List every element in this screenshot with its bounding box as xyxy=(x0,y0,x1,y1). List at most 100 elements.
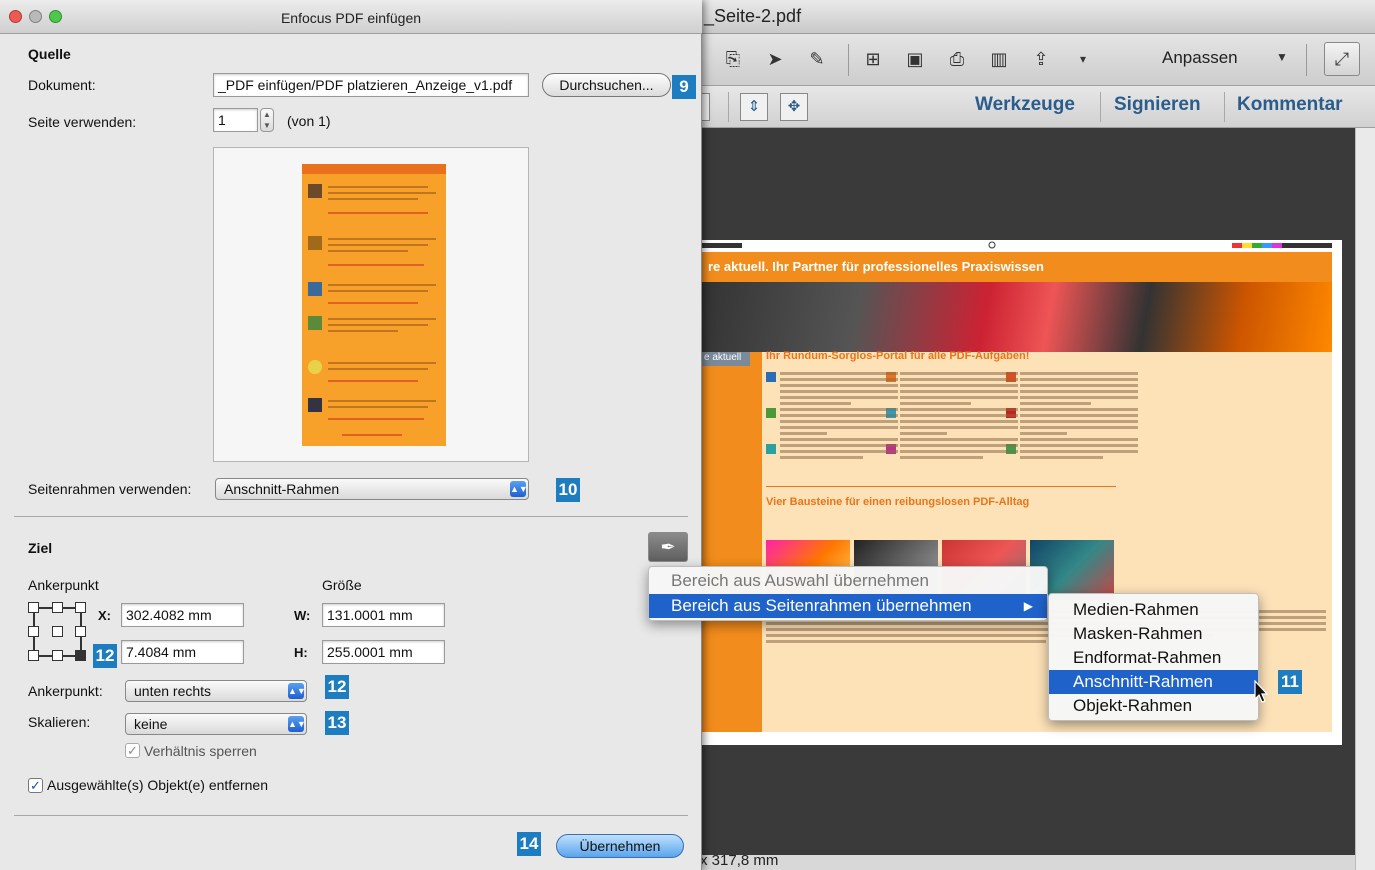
status-dimensions: x 317,8 mm xyxy=(700,852,779,869)
anchor-bottom-left[interactable] xyxy=(28,650,39,661)
page-stepper[interactable]: ▲ ▼ xyxy=(260,108,274,132)
section-divider xyxy=(14,516,688,517)
pdf-text-column xyxy=(780,372,898,462)
w-label: W: xyxy=(294,608,311,623)
anchor-title: Ankerpunkt xyxy=(28,577,99,593)
toolbar-divider xyxy=(848,44,849,76)
browse-button[interactable]: Durchsuchen... xyxy=(542,73,671,97)
place-pdf-dialog: Enfocus PDF einfügen Quelle Dokument: _P… xyxy=(0,0,702,870)
page-box-label: Seitenrahmen verwenden: xyxy=(28,481,192,497)
submenu-item-media-box[interactable]: Medien-Rahmen xyxy=(1049,598,1258,622)
anchor-select-value: unten rechts xyxy=(134,683,212,699)
preview-image-icon xyxy=(308,184,322,198)
chevron-down-icon[interactable]: ▼ xyxy=(1276,50,1288,64)
anchor-select-label: Ankerpunkt: xyxy=(28,683,103,699)
height-field[interactable]: 255.0001 mm xyxy=(322,640,445,664)
select-object-icon[interactable]: ▣ xyxy=(902,46,928,72)
pdf-text-column xyxy=(900,372,1018,462)
page-search-icon[interactable]: ⎘ xyxy=(720,46,746,72)
submenu-item-bleed-box[interactable]: Anschnitt-Rahmen xyxy=(1049,670,1258,694)
anchor-top-right[interactable] xyxy=(75,602,86,613)
chevron-updown-icon: ▲▼ xyxy=(510,481,528,497)
x-label: X: xyxy=(98,608,111,623)
place-object-icon[interactable]: ⊞ xyxy=(860,46,886,72)
anchor-middle-left[interactable] xyxy=(28,626,39,637)
mouse-pointer-icon xyxy=(1254,680,1269,703)
printer-marks xyxy=(702,241,1332,249)
chevron-updown-icon: ▲▼ xyxy=(288,716,306,732)
preview-image-icon xyxy=(308,236,322,250)
preview-page-thumbnail xyxy=(302,164,446,446)
tab-comment[interactable]: Kommentar xyxy=(1237,94,1343,116)
x-position-field[interactable]: 302.4082 mm xyxy=(121,603,244,627)
edit-document-icon[interactable]: ✎ xyxy=(804,46,830,72)
section-target-title: Ziel xyxy=(28,540,53,556)
document-path-field[interactable]: _PDF einfügen/PDF platzieren_Anzeige_v1.… xyxy=(213,73,529,97)
width-field[interactable]: 131.0001 mm xyxy=(322,603,445,627)
callout-badge: 12 xyxy=(93,644,117,668)
document-path-value: _PDF einfügen/PDF platzieren_Anzeige_v1.… xyxy=(218,77,513,93)
tab-divider xyxy=(1100,92,1101,122)
app-toolbar: ⎘ ➤ ✎ ⊞ ▣ ⎙ ▥ ⇪ ▾ Anpassen ▼ ⤢ xyxy=(700,34,1375,86)
pdf-left-column xyxy=(702,352,762,732)
pdf-side-tag: e aktuell xyxy=(702,352,750,366)
anchor-top-left[interactable] xyxy=(28,602,39,613)
remove-selected-checkbox[interactable]: ✓ xyxy=(28,778,43,793)
chevron-updown-icon: ▲▼ xyxy=(288,683,306,699)
pdf-text-column xyxy=(1020,372,1138,462)
customize-menu[interactable]: Anpassen xyxy=(1162,48,1238,68)
anchor-center[interactable] xyxy=(52,626,63,637)
page-preview xyxy=(213,147,529,462)
callout-badge: 11 xyxy=(1278,670,1302,694)
dialog-title: Enfocus PDF einfügen xyxy=(280,10,422,26)
eyedropper-icon[interactable]: ✒ xyxy=(648,532,688,562)
submenu-item-crop-box[interactable]: Masken-Rahmen xyxy=(1049,622,1258,646)
pdf-bullet-icon xyxy=(766,372,776,382)
task-pane-bar: ⇕ ✥ Werkzeuge Signieren Kommentar xyxy=(700,86,1375,128)
anchor-bottom-center[interactable] xyxy=(52,650,63,661)
menu-item-area-from-page-box[interactable]: Bereich aus Seitenrahmen übernehmen ▶ xyxy=(649,594,1047,618)
anchor-middle-right[interactable] xyxy=(75,626,86,637)
expand-icon[interactable]: ⤢ xyxy=(1324,42,1360,76)
submenu-item-art-box[interactable]: Objekt-Rahmen xyxy=(1049,694,1258,718)
select-pointer-icon[interactable]: ➤ xyxy=(762,46,788,72)
print-production-icon[interactable]: ⎙ xyxy=(944,46,970,72)
app-window-title: _Seite-2.pdf xyxy=(704,6,802,26)
anchor-top-center[interactable] xyxy=(52,602,63,613)
scale-select[interactable]: keine ▲▼ xyxy=(125,713,307,735)
tab-sign[interactable]: Signieren xyxy=(1114,94,1201,116)
tab-tools[interactable]: Werkzeuge xyxy=(975,94,1075,116)
size-title: Größe xyxy=(322,577,362,593)
anchor-point-grid[interactable] xyxy=(28,602,92,666)
apply-button[interactable]: Übernehmen xyxy=(556,834,684,858)
callout-badge: 13 xyxy=(325,711,349,735)
anchor-bottom-right[interactable] xyxy=(75,650,86,661)
triangle-right-icon: ▶ xyxy=(1023,599,1033,613)
vertical-scrollbar[interactable] xyxy=(1355,128,1375,870)
scale-select-value: keine xyxy=(134,716,168,732)
status-bar: x 317,8 mm xyxy=(700,852,1355,870)
section-divider xyxy=(14,815,688,816)
export-icon[interactable]: ⇪ xyxy=(1028,46,1054,72)
page-box-select[interactable]: Anschnitt-Rahmen ▲▼ xyxy=(215,478,529,500)
fit-page-icon[interactable]: ✥ xyxy=(780,93,808,121)
preview-image-icon xyxy=(308,398,322,412)
menu-item-area-from-selection[interactable]: Bereich aus Auswahl übernehmen xyxy=(649,569,1047,593)
page-count-label: (von 1) xyxy=(287,113,331,129)
lock-ratio-checkbox[interactable]: ✓ xyxy=(125,743,140,758)
preview-header-bar xyxy=(302,164,446,174)
toolbar-overflow-icon[interactable]: ▾ xyxy=(1070,46,1096,72)
section-source-title: Quelle xyxy=(28,46,71,62)
toolbar-divider xyxy=(728,92,729,122)
page-number-field[interactable]: 1 xyxy=(213,108,258,132)
callout-badge: 14 xyxy=(517,832,541,856)
pdf-rule xyxy=(766,486,1116,487)
callout-badge: 9 xyxy=(672,75,696,99)
document-label: Dokument: xyxy=(28,77,96,93)
submenu-item-trim-box[interactable]: Endformat-Rahmen xyxy=(1049,646,1258,670)
fit-width-icon[interactable]: ⇕ xyxy=(740,93,768,121)
y-position-field[interactable]: 7.4084 mm xyxy=(121,640,244,664)
anchor-select[interactable]: unten rechts ▲▼ xyxy=(125,680,307,702)
callout-badge: 10 xyxy=(556,478,580,502)
color-bars-icon[interactable]: ▥ xyxy=(986,46,1012,72)
